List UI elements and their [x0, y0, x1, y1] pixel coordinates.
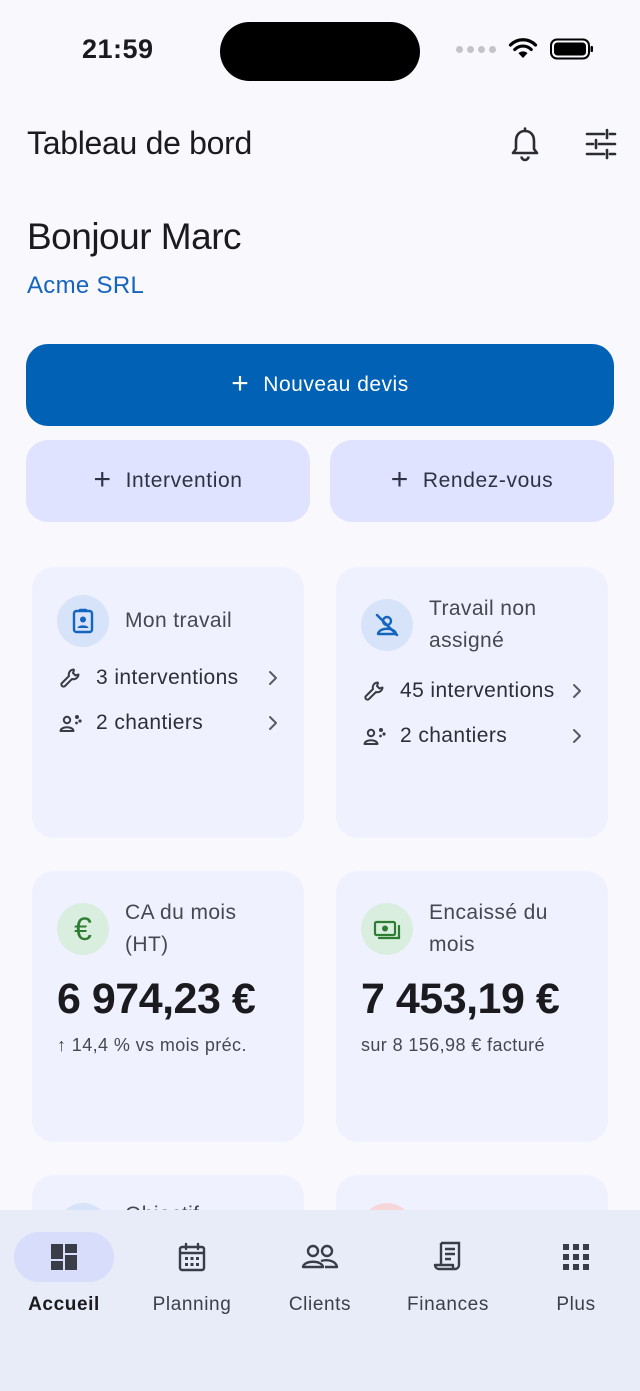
card-title: Mon travail [125, 609, 233, 632]
unassigned-person-icon [361, 599, 413, 651]
monthly-revenue-card[interactable]: € CA du mois (HT) 6 974,23 € ↑ 14,4 % vs… [32, 871, 304, 1142]
new-appointment-button[interactable]: + Rendez-vous [330, 440, 614, 522]
nav-pill [526, 1232, 626, 1282]
unassigned-interventions-row[interactable]: 45 interventions [361, 677, 583, 705]
nav-pill [398, 1232, 498, 1282]
row-label: 2 chantiers [400, 724, 508, 747]
battery-icon [550, 38, 593, 60]
status-icons [456, 38, 594, 60]
id-badge-icon [57, 595, 109, 647]
wrench-icon [57, 664, 85, 692]
collected-amount: 7 453,19 € [361, 975, 560, 1023]
bottom-navigation: Accueil Planning Clients Finances Plus [0, 1210, 640, 1391]
my-sites-row[interactable]: 2 chantiers [57, 709, 279, 737]
dashboard-icon [51, 1244, 77, 1270]
nav-pill [14, 1232, 114, 1282]
my-work-card[interactable]: Mon travail 3 interventions 2 chantiers [32, 567, 304, 838]
new-quote-label: Nouveau devis [263, 373, 409, 396]
row-label: 45 interventions [400, 679, 555, 702]
nav-label: Accueil [28, 1294, 100, 1315]
nav-pill [142, 1232, 242, 1282]
nav-finances[interactable]: Finances [384, 1232, 512, 1316]
nav-clients[interactable]: Clients [256, 1232, 384, 1316]
nav-label: Plus [556, 1294, 596, 1315]
workers-icon [57, 709, 85, 737]
card-title: Encaissé du mois [429, 901, 548, 956]
nav-pill [270, 1232, 370, 1282]
unassigned-sites-row[interactable]: 2 chantiers [361, 722, 583, 750]
nav-label: Planning [152, 1294, 232, 1315]
chevron-right-icon [563, 683, 583, 699]
euro-icon: € [57, 903, 109, 955]
dynamic-island [220, 22, 420, 81]
card-header: Mon travail [57, 595, 232, 647]
nav-planning[interactable]: Planning [128, 1232, 256, 1316]
page-title: Tableau de bord [27, 125, 253, 161]
company-name[interactable]: Acme SRL [27, 272, 144, 300]
plus-icon: + [93, 462, 112, 496]
unassigned-work-card[interactable]: Travail non assigné 45 interventions 2 c… [336, 567, 608, 838]
calendar-icon [178, 1242, 206, 1272]
card-header: Encaissé du mois [361, 897, 579, 961]
status-bar: 21:59 [0, 0, 640, 100]
intervention-label: Intervention [125, 469, 243, 492]
bell-icon[interactable] [508, 126, 542, 162]
card-title: Travail non assigné [429, 597, 537, 652]
plus-icon: + [231, 366, 250, 400]
card-header: Travail non assigné [361, 593, 579, 657]
card-title: CA du mois (HT) [125, 901, 237, 956]
wrench-icon [361, 677, 389, 705]
row-label: 2 chantiers [96, 711, 204, 734]
plus-icon: + [390, 462, 409, 496]
apps-grid-icon [563, 1244, 589, 1270]
signal-icon [456, 45, 496, 53]
app-bar: Tableau de bord [0, 110, 640, 180]
monthly-collected-card[interactable]: Encaissé du mois 7 453,19 € sur 8 156,98… [336, 871, 608, 1142]
receipt-icon [433, 1241, 461, 1271]
people-icon [301, 1244, 339, 1269]
greeting-text: Bonjour Marc [27, 216, 242, 257]
chevron-right-icon [563, 728, 583, 744]
cash-icon [361, 903, 413, 955]
new-quote-button[interactable]: + Nouveau devis [26, 344, 614, 426]
card-header: € CA du mois (HT) [57, 897, 265, 961]
new-intervention-button[interactable]: + Intervention [26, 440, 310, 522]
nav-home[interactable]: Accueil [0, 1232, 128, 1316]
row-label: 3 interventions [96, 666, 239, 689]
revenue-amount: 6 974,23 € [57, 975, 256, 1023]
chevron-right-icon [259, 715, 279, 731]
nav-more[interactable]: Plus [512, 1232, 640, 1316]
workers-icon [361, 722, 389, 750]
wifi-icon [508, 38, 538, 58]
nav-label: Clients [288, 1294, 352, 1315]
nav-label: Finances [407, 1294, 489, 1315]
status-time: 21:59 [82, 34, 154, 64]
revenue-trend: ↑ 14,4 % vs mois préc. [57, 1035, 247, 1055]
chevron-right-icon [259, 670, 279, 686]
my-interventions-row[interactable]: 3 interventions [57, 664, 279, 692]
collected-subtext: sur 8 156,98 € facturé [361, 1035, 545, 1055]
appointment-label: Rendez-vous [422, 469, 554, 492]
filter-settings-icon[interactable] [584, 126, 618, 162]
